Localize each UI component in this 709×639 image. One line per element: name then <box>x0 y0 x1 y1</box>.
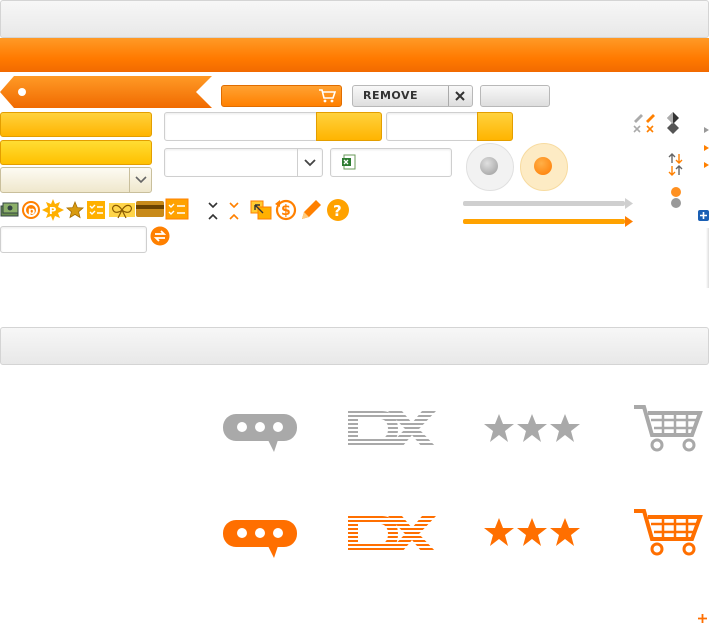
ribbon-icon <box>109 200 135 220</box>
dx-logo-icon <box>348 411 438 447</box>
dot-orange-icon <box>671 187 681 197</box>
diamond-arrow-icon[interactable] <box>666 111 680 135</box>
three-stars-icon <box>484 517 580 547</box>
excel-file-field[interactable] <box>330 148 452 177</box>
radio-unselected[interactable] <box>466 143 514 191</box>
beige-select[interactable] <box>0 167 152 193</box>
money-icon <box>0 200 20 220</box>
three-stars-icon <box>484 413 580 443</box>
star-icon <box>66 201 84 219</box>
progress-bar-grey <box>463 198 633 210</box>
cursor-icon[interactable] <box>249 199 273 221</box>
plus-orange-icon[interactable] <box>697 613 708 624</box>
plus-blue-icon[interactable] <box>698 210 709 221</box>
refresh-dollar-icon[interactable]: $ <box>273 198 299 222</box>
white-select[interactable] <box>164 148 323 177</box>
sort-arrows-icon[interactable] <box>668 152 684 176</box>
chevron-double-icon-orange[interactable] <box>228 200 240 222</box>
shopping-cart-icon <box>633 404 703 452</box>
help-icon[interactable]: ? <box>326 198 350 222</box>
close-icon[interactable] <box>454 90 466 102</box>
orange-tag-banner[interactable] <box>0 76 212 108</box>
speech-bubble-icon <box>222 516 298 558</box>
add-to-cart-button[interactable] <box>221 85 342 107</box>
radio-dot <box>480 157 498 175</box>
excel-icon <box>341 154 357 170</box>
progress-bar-orange <box>463 216 633 228</box>
shopping-cart-icon <box>633 508 703 556</box>
orange-header-bar <box>0 38 709 72</box>
search-button[interactable] <box>316 112 382 141</box>
text-input-2[interactable] <box>386 112 480 141</box>
dot-grey-icon <box>671 198 681 208</box>
svg-text:p: p <box>28 206 35 217</box>
sun-p-icon: P <box>42 199 64 221</box>
svg-text:?: ? <box>333 202 342 220</box>
chevron-down-icon <box>135 176 147 184</box>
yellow-button-2[interactable] <box>0 140 152 165</box>
remove-button[interactable]: REMOVE <box>352 85 473 107</box>
arrow-right-orange-icon[interactable] <box>704 145 709 151</box>
card-icon <box>136 200 164 218</box>
select-divider <box>297 149 298 176</box>
top-grey-bar <box>0 0 709 38</box>
radio-dot <box>534 157 552 175</box>
svg-text:$: $ <box>281 203 291 219</box>
chevron-down-icon <box>304 159 316 167</box>
checklist-icon <box>86 200 106 220</box>
edit-delete-icons[interactable] <box>632 111 658 135</box>
pencil-icon[interactable] <box>299 198 323 222</box>
svg-text:P: P <box>49 206 56 217</box>
small-text-input[interactable] <box>0 226 147 253</box>
submit-button-2[interactable] <box>477 112 513 141</box>
remove-label: REMOVE <box>363 89 419 102</box>
search-input[interactable] <box>164 112 318 141</box>
chevron-double-icon-dark[interactable] <box>207 200 219 222</box>
arrow-right-orange-icon-2[interactable] <box>704 162 709 168</box>
dx-logo-icon <box>348 516 438 552</box>
grey-button[interactable] <box>480 85 550 107</box>
checklist-square-icon <box>165 198 189 220</box>
yellow-button-1[interactable] <box>0 112 152 137</box>
section-grey-bar <box>0 327 709 365</box>
select-divider <box>129 168 130 192</box>
remove-divider <box>448 86 449 106</box>
cart-icon <box>318 89 336 103</box>
speech-bubble-icon <box>222 410 298 452</box>
swap-icon[interactable] <box>150 226 170 246</box>
arrow-right-grey-icon[interactable] <box>704 127 709 133</box>
points-p-icon: p <box>21 200 41 220</box>
radio-selected[interactable] <box>520 143 568 191</box>
